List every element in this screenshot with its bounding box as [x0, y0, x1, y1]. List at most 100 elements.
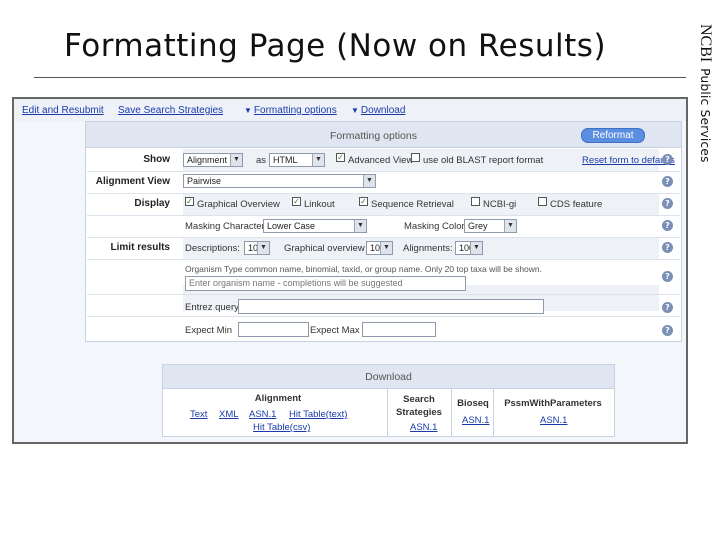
column-divider: [493, 389, 494, 436]
show-format-value: HTML: [273, 155, 298, 165]
triangle-down-icon: ▼: [351, 106, 359, 115]
graphical-overview-checkbox[interactable]: ✓: [185, 197, 194, 206]
ncbi-gi-label: NCBI-gi: [483, 199, 517, 210]
masking-color-value: Grey: [468, 221, 488, 231]
descriptions-select[interactable]: 100 ▼: [244, 241, 270, 255]
sequence-retrieval-label: Sequence Retrieval: [371, 199, 454, 210]
formatting-options-panel: Formatting options Reformat Show Alignme…: [85, 121, 682, 342]
display-label: Display: [134, 198, 170, 209]
formatting-options-header: Formatting options Reformat: [86, 122, 681, 148]
alignments-label: Alignments:: [403, 243, 453, 254]
show-as-label: as: [256, 155, 267, 166]
organism-hint: Organism Type common name, binomial, tax…: [185, 264, 543, 274]
column-divider: [387, 389, 388, 436]
graphical-overview-select[interactable]: 100 ▼: [366, 241, 393, 255]
row-divider: [87, 237, 680, 238]
row-divider: [87, 171, 680, 172]
brand-subtitle: Public Services: [698, 68, 712, 163]
show-alignment-select[interactable]: Alignment ▼: [183, 153, 243, 167]
brand-name: NCBI: [697, 24, 714, 63]
download-hit-table-text-link[interactable]: Hit Table(text): [289, 409, 347, 420]
row-divider: [87, 215, 680, 216]
cds-feature-checkbox[interactable]: [538, 197, 547, 206]
entrez-query-input[interactable]: [238, 299, 544, 314]
tab-save-search-strategies[interactable]: Save Search Strategies: [118, 105, 223, 116]
reset-form-link[interactable]: Reset form to defaults: [582, 155, 675, 166]
download-asn1-link[interactable]: ASN.1: [249, 409, 276, 420]
chevron-down-icon: ▼: [470, 242, 482, 254]
help-icon[interactable]: ?: [662, 302, 673, 313]
search-strategies-column-header: Search Strategies: [396, 394, 442, 418]
download-bioseq-asn1-link[interactable]: ASN.1: [462, 415, 489, 426]
download-pssm-asn1-link[interactable]: ASN.1: [540, 415, 567, 426]
help-icon[interactable]: ?: [662, 154, 673, 165]
download-header: Download: [163, 365, 614, 389]
slide-title: Formatting Page (Now on Results): [64, 28, 607, 64]
sequence-retrieval-checkbox[interactable]: ✓: [359, 197, 368, 206]
row-divider: [87, 294, 680, 295]
row-divider: [87, 259, 680, 260]
alignments-select[interactable]: 100 ▼: [455, 241, 483, 255]
brand-label: NCBI Public Services: [696, 24, 714, 163]
tab-download[interactable]: ▼ Download: [351, 105, 405, 116]
results-tab-bar: Edit and Resubmit Save Search Strategies…: [14, 99, 686, 121]
brand-banner: NCBI Public Services: [690, 24, 714, 184]
alignment-view-label: Alignment View: [95, 176, 170, 187]
help-icon[interactable]: ?: [662, 198, 673, 209]
chevron-down-icon: ▼: [257, 242, 269, 254]
chevron-down-icon: ▼: [354, 220, 366, 232]
masking-color-select[interactable]: Grey ▼: [464, 219, 517, 233]
show-format-select[interactable]: HTML ▼: [269, 153, 325, 167]
masking-color-label: Masking Color: [404, 221, 465, 232]
reformat-button[interactable]: Reformat: [581, 128, 645, 143]
masking-character-label: Masking Character: [185, 221, 265, 232]
help-icon[interactable]: ?: [662, 325, 673, 336]
entrez-query-label: Entrez query: [185, 302, 239, 313]
alignment-view-select[interactable]: Pairwise ▼: [183, 174, 376, 188]
download-hit-table-csv-link[interactable]: Hit Table(csv): [253, 422, 310, 433]
download-search-strategy-asn1-link[interactable]: ASN.1: [410, 422, 437, 433]
descriptions-label: Descriptions:: [185, 243, 240, 254]
masking-character-select[interactable]: Lower Case ▼: [263, 219, 367, 233]
tab-edit-and-resubmit[interactable]: Edit and Resubmit: [22, 105, 104, 116]
old-blast-format-checkbox[interactable]: [411, 153, 420, 162]
expect-min-input[interactable]: [238, 322, 309, 337]
advanced-view-label: Advanced View: [348, 155, 414, 166]
old-blast-format-label: use old BLAST report format: [423, 155, 544, 166]
tab-formatting-options-label: Formatting options: [253, 105, 337, 116]
expect-max-label: Expect Max: [310, 325, 360, 336]
masking-character-value: Lower Case: [267, 221, 316, 231]
download-text-link[interactable]: Text: [190, 409, 207, 420]
organism-placeholder: Enter organism name - completions will b…: [189, 278, 403, 288]
download-panel: Download Alignment Search Strategies Bio…: [162, 364, 615, 437]
download-xml-link[interactable]: XML: [219, 409, 239, 420]
show-alignment-value: Alignment: [187, 155, 228, 165]
tab-download-label: Download: [360, 105, 406, 116]
chevron-down-icon: ▼: [230, 154, 242, 166]
alignment-column-header: Alignment: [254, 393, 302, 404]
help-icon[interactable]: ?: [662, 271, 673, 282]
expect-max-input[interactable]: [362, 322, 436, 337]
cds-feature-label: CDS feature: [550, 199, 603, 210]
expect-min-label: Expect Min: [185, 325, 232, 336]
ncbi-gi-checkbox[interactable]: [471, 197, 480, 206]
help-icon[interactable]: ?: [662, 220, 673, 231]
chevron-down-icon: ▼: [363, 175, 375, 187]
screenshot-frame: Edit and Resubmit Save Search Strategies…: [12, 97, 688, 444]
tab-formatting-options[interactable]: ▼ Formatting options: [244, 105, 337, 116]
help-icon[interactable]: ?: [662, 176, 673, 187]
triangle-down-icon: ▼: [244, 106, 252, 115]
advanced-view-checkbox[interactable]: ✓: [336, 153, 345, 162]
alignment-view-value: Pairwise: [187, 176, 222, 186]
pssm-column-header: PssmWithParameters: [504, 398, 602, 409]
show-label: Show: [143, 154, 170, 165]
linkout-label: Linkout: [304, 199, 335, 210]
column-divider: [451, 389, 452, 436]
graphical-overview-limit-label: Graphical overview: [284, 243, 365, 254]
graphical-overview-label: Graphical Overview: [197, 199, 280, 210]
organism-input[interactable]: Enter organism name - completions will b…: [185, 276, 466, 291]
linkout-checkbox[interactable]: ✓: [292, 197, 301, 206]
chevron-down-icon: ▼: [312, 154, 324, 166]
help-icon[interactable]: ?: [662, 242, 673, 253]
download-title: Download: [365, 371, 412, 383]
